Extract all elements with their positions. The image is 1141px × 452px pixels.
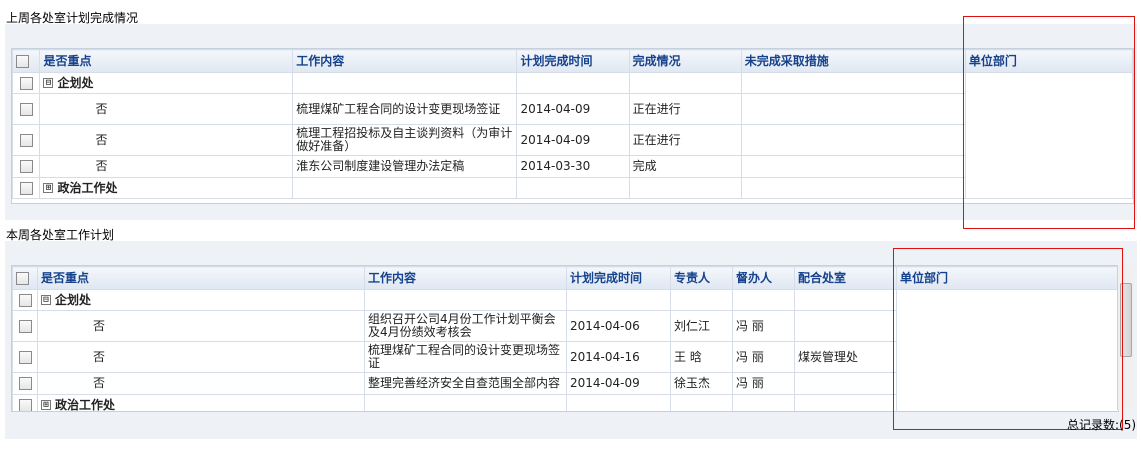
- row-checkbox[interactable]: [18, 398, 32, 411]
- content-cell: 梳理煤矿工程合同的设计变更现场签证: [292, 93, 518, 125]
- measure-cell: [740, 124, 966, 156]
- key-cell: 否: [37, 310, 365, 342]
- status-cell: 完成: [628, 155, 742, 178]
- col-header-coop[interactable]: 配合处室: [794, 266, 897, 290]
- select-all-checkbox[interactable]: [16, 271, 29, 285]
- expand-icon[interactable]: ⊞: [43, 183, 54, 193]
- coop-cell: 煤炭管理处: [794, 341, 897, 373]
- date-cell: 2014-03-30: [516, 155, 630, 178]
- row-checkbox[interactable]: [18, 350, 32, 364]
- highlight-box: [963, 16, 1135, 229]
- content-cell: 组织召开公司4月份工作计划平衡会及4月份绩效考核会: [364, 310, 567, 342]
- key-cell: 否: [39, 124, 294, 156]
- owner-cell: 王 晗: [670, 341, 733, 373]
- expand-icon[interactable]: ⊞: [41, 400, 51, 410]
- collapse-icon[interactable]: ⊟: [43, 78, 54, 88]
- coop-cell: [794, 310, 897, 342]
- col-header-key[interactable]: 是否重点: [39, 49, 294, 73]
- highlight-box: [893, 248, 1123, 430]
- col-header-content[interactable]: 工作内容: [292, 49, 518, 73]
- content-cell: 淮东公司制度建设管理办法定稿: [292, 155, 518, 178]
- row-checkbox[interactable]: [19, 181, 33, 195]
- date-cell: 2014-04-09: [516, 124, 630, 156]
- col-header-status[interactable]: 完成情况: [628, 49, 742, 73]
- owner-cell: 徐玉杰: [670, 372, 733, 395]
- row-checkbox[interactable]: [18, 293, 32, 307]
- total-records: 总记录数:(5): [1067, 418, 1137, 432]
- date-cell: 2014-04-09: [566, 372, 671, 395]
- supervisor-cell: 冯 丽: [732, 310, 795, 342]
- group-label: 政治工作处: [57, 180, 118, 195]
- supervisor-cell: 冯 丽: [732, 341, 795, 373]
- coop-cell: [794, 372, 897, 395]
- row-checkbox[interactable]: [19, 160, 33, 173]
- measure-cell: [740, 93, 966, 125]
- content-cell: 整理完善经济安全自查范围全部内容: [364, 372, 567, 395]
- row-checkbox[interactable]: [18, 319, 32, 333]
- group-label: 企划处: [57, 75, 94, 90]
- group-label: 企划处: [55, 292, 92, 307]
- col-header-date[interactable]: 计划完成时间: [566, 266, 671, 290]
- row-checkbox[interactable]: [19, 133, 33, 147]
- col-header-date[interactable]: 计划完成时间: [516, 49, 630, 73]
- collapse-icon[interactable]: ⊟: [41, 295, 51, 305]
- col-header-measure[interactable]: 未完成采取措施: [740, 49, 966, 73]
- col-header-supervisor[interactable]: 督办人: [732, 266, 795, 290]
- date-cell: 2014-04-06: [566, 310, 671, 342]
- row-checkbox[interactable]: [19, 102, 33, 116]
- key-cell: 否: [39, 155, 294, 178]
- content-cell: 梳理煤矿工程合同的设计变更现场签证: [364, 341, 567, 373]
- col-header-key[interactable]: 是否重点: [37, 266, 365, 290]
- col-header-owner[interactable]: 专责人: [670, 266, 733, 290]
- key-cell: 否: [39, 93, 294, 125]
- date-cell: 2014-04-09: [516, 93, 630, 125]
- supervisor-cell: 冯 丽: [732, 372, 795, 395]
- owner-cell: 刘仁江: [670, 310, 733, 342]
- status-cell: 正在进行: [628, 93, 742, 125]
- key-cell: 否: [37, 341, 365, 373]
- key-cell: 否: [37, 372, 365, 395]
- row-checkbox[interactable]: [18, 377, 32, 390]
- date-cell: 2014-04-16: [566, 341, 671, 373]
- select-all-checkbox[interactable]: [16, 54, 29, 68]
- row-checkbox[interactable]: [19, 76, 33, 90]
- col-header-content[interactable]: 工作内容: [364, 266, 567, 290]
- content-cell: 梳理工程招投标及自主谈判资料（为审计做好准备）: [292, 124, 518, 156]
- status-cell: 正在进行: [628, 124, 742, 156]
- measure-cell: [740, 155, 966, 178]
- group-label: 政治工作处: [55, 397, 116, 412]
